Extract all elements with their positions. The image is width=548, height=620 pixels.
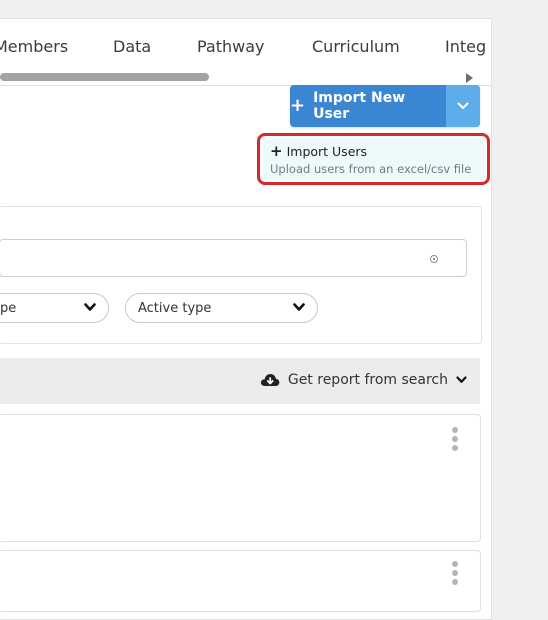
- list-item: [0, 414, 481, 542]
- report-bar: Get report from search: [0, 358, 480, 404]
- tab-integrations[interactable]: Integ: [445, 37, 486, 56]
- chevron-down-icon: [84, 303, 96, 311]
- chevron-down-icon: [293, 303, 305, 311]
- tabs-scrollbar-thumb[interactable]: [0, 73, 209, 81]
- type-select[interactable]: pe: [0, 293, 109, 323]
- tab-pathway[interactable]: Pathway: [197, 37, 265, 56]
- chevron-down-icon: [457, 102, 469, 109]
- clear-search-icon[interactable]: [430, 255, 438, 263]
- plus-icon: +: [290, 95, 306, 116]
- scroll-right-arrow-icon[interactable]: [466, 73, 473, 83]
- plus-icon: +: [270, 142, 283, 160]
- import-dropdown-menu: + Import Users Upload users from an exce…: [257, 133, 490, 185]
- import-users-title: Import Users: [286, 143, 368, 159]
- filter-card: pe Active type: [0, 206, 482, 344]
- search-input[interactable]: [0, 239, 467, 277]
- import-new-user-label: Import New User: [313, 90, 406, 122]
- type-select-value: pe: [0, 301, 17, 316]
- tab-members[interactable]: Members: [0, 37, 68, 56]
- get-report-button[interactable]: Get report from search: [260, 372, 467, 388]
- tab-curriculum[interactable]: Curriculum: [312, 37, 400, 56]
- import-dropdown-toggle[interactable]: [446, 85, 480, 127]
- import-users-menu-item[interactable]: + Import Users Upload users from an exce…: [262, 138, 485, 180]
- import-new-user-button[interactable]: + Import New User: [290, 85, 480, 127]
- chevron-down-icon: [456, 376, 467, 383]
- active-type-select[interactable]: Active type: [125, 293, 318, 323]
- tab-data[interactable]: Data: [113, 37, 151, 56]
- import-users-subtitle: Upload users from an excel/csv file: [270, 162, 472, 176]
- more-options-icon[interactable]: [452, 561, 458, 585]
- get-report-label: Get report from search: [287, 372, 448, 388]
- more-options-icon[interactable]: [452, 427, 458, 451]
- active-type-select-value: Active type: [138, 301, 212, 316]
- tab-bar: Members Data Pathway Curriculum Integ: [0, 19, 491, 86]
- list-item: [0, 550, 481, 612]
- import-new-user-main[interactable]: + Import New User: [290, 85, 446, 127]
- cloud-download-icon: [260, 374, 280, 386]
